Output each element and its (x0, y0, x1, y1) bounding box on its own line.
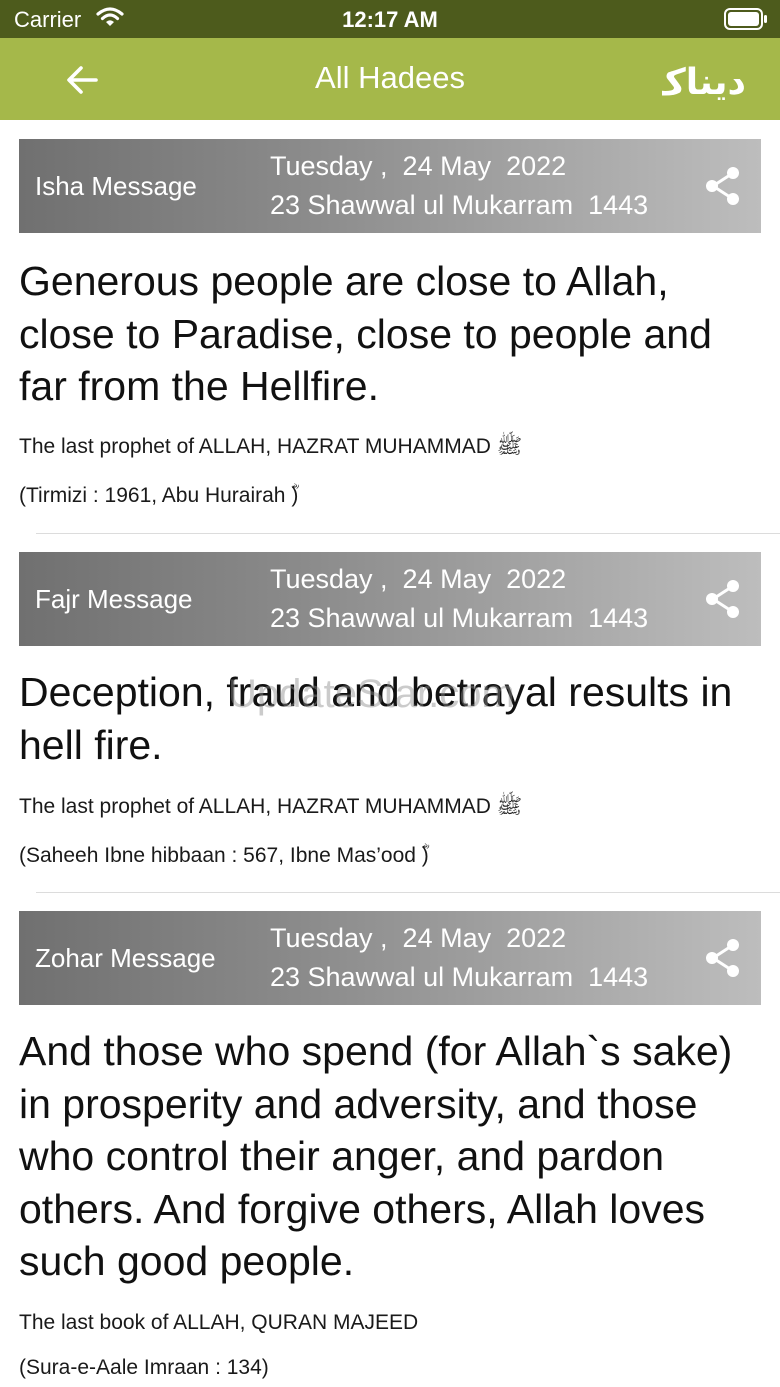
message-type: Zohar Message (35, 943, 216, 973)
share-icon[interactable] (703, 165, 743, 207)
hadees-source: The last book of ALLAH, QURAN MAJEED (19, 1311, 419, 1334)
gregorian-date: Tuesday , 24 May 2022 (270, 923, 567, 953)
share-icon[interactable] (703, 578, 743, 620)
card-header: Fajr Message Tuesday , 24 May 2022 23 Sh… (19, 552, 761, 646)
nav-bar: All Hadees دیناک (0, 38, 780, 120)
message-type: Fajr Message (35, 584, 193, 614)
hijri-date: 23 Shawwal ul Mukarram 1443 (270, 190, 649, 220)
message-type: Isha Message (35, 171, 197, 201)
logo-text: دیناک (662, 62, 746, 102)
hijri-date: 23 Shawwal ul Mukarram 1443 (270, 603, 649, 633)
hadees-source: The last prophet of ALLAH, HAZRAT MUHAMM… (19, 435, 523, 458)
card-header: Isha Message Tuesday , 24 May 2022 23 Sh… (19, 139, 761, 233)
hadees-text: Generous people are close to Allah, clos… (19, 258, 712, 409)
gregorian-date: Tuesday , 24 May 2022 (270, 564, 567, 594)
hadees-text: Deception, fraud and betrayal results in… (19, 669, 733, 768)
status-time: 12:17 AM (342, 7, 438, 32)
hijri-date: 23 Shawwal ul Mukarram 1443 (270, 962, 649, 992)
status-bar: Carrier 12:17 AM (0, 0, 780, 38)
card-header: Zohar Message Tuesday , 24 May 2022 23 S… (19, 911, 761, 1005)
hadees-reference: (Tirmizi : 1961, Abu Hurairah ؓ) (19, 484, 299, 507)
share-icon[interactable] (703, 937, 743, 979)
hadees-source: The last prophet of ALLAH, HAZRAT MUHAMM… (19, 795, 523, 818)
separator (36, 533, 780, 534)
separator (36, 892, 780, 893)
hadees-text: And those who spend (for Allah`s sake) i… (19, 1028, 733, 1284)
hadees-reference: (Saheeh Ibne hibbaan : 567, Ibne Mas’ood… (19, 844, 429, 867)
battery-icon (724, 8, 767, 30)
arrow-left-icon[interactable] (62, 60, 102, 100)
app-logo: دیناک (662, 62, 746, 102)
hadees-reference: (Sura-e-Aale Imraan : 134) (19, 1356, 269, 1379)
gregorian-date: Tuesday , 24 May 2022 (270, 151, 567, 181)
